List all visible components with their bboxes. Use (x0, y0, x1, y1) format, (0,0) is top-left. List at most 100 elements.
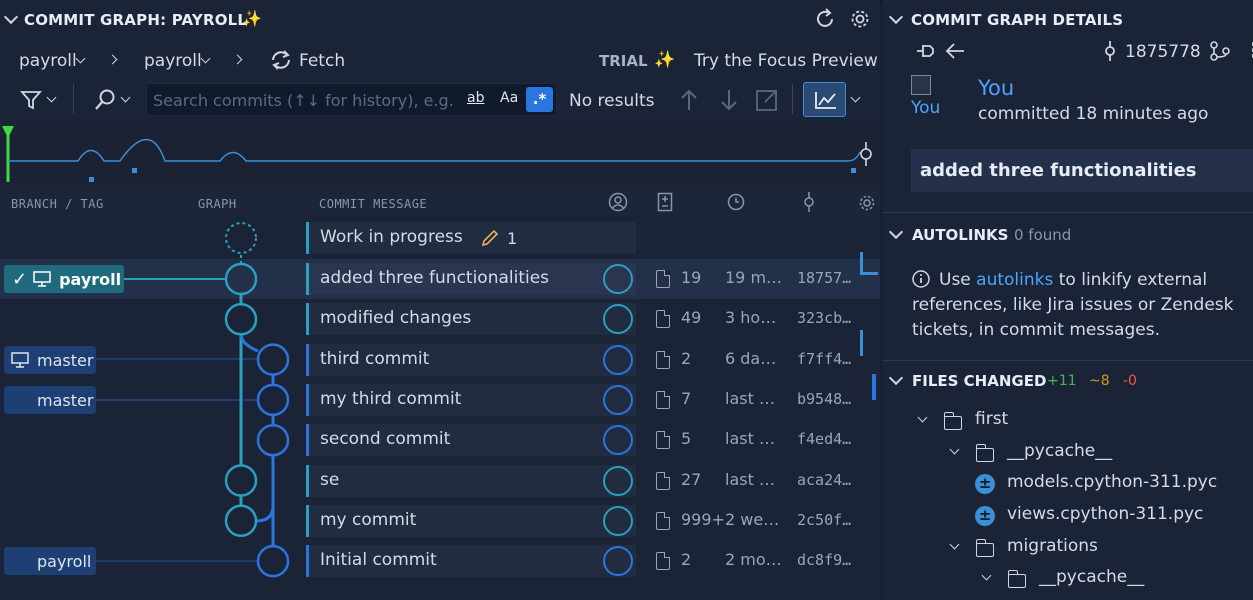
commit-message-box: added three functionalities (911, 149, 1253, 192)
commit-graph-panel: COMMIT GRAPH: PAYROLL ✨ payroll payroll … (0, 0, 880, 600)
autolinks-text-before: Use (939, 270, 977, 290)
search-results-status: No results (569, 91, 655, 111)
search-icon[interactable] (93, 88, 117, 112)
author-avatar[interactable] (603, 505, 633, 536)
graph-column-header[interactable]: GRAPH (198, 197, 237, 211)
commit-message: my third commit (320, 388, 462, 409)
minimap-toggle-button[interactable] (803, 82, 846, 117)
author-avatar[interactable] (603, 384, 633, 415)
autolinks-found-count: 0 found (1014, 226, 1072, 244)
match-case-toggle[interactable]: Aa (500, 90, 518, 106)
folder-icon (975, 444, 994, 462)
files-changed-chevron-icon[interactable] (888, 370, 904, 386)
branch-tag-master-remote[interactable]: master (4, 386, 96, 414)
search-input[interactable] (153, 88, 459, 112)
file-icon (656, 471, 670, 490)
author-avatar[interactable] (603, 344, 633, 375)
date-column-clock-icon[interactable] (727, 193, 745, 211)
commit-row[interactable]: third commit 2 6 da… f7ff4… (0, 340, 880, 380)
back-arrow-icon[interactable] (944, 41, 966, 61)
autolinks-title[interactable]: AUTOLINKS (912, 226, 1008, 244)
author-avatar[interactable] (603, 465, 633, 496)
fetch-button[interactable]: Fetch (299, 51, 345, 71)
branch-tag-label: payroll (59, 269, 122, 289)
commit-message-column-header[interactable]: COMMIT MESSAGE (319, 197, 427, 211)
autolinks-chevron-icon[interactable] (888, 224, 904, 240)
commit-row[interactable]: se 27 last … aca24… (0, 461, 880, 501)
wip-changes-count: 1 (507, 229, 518, 248)
fetch-icon (272, 50, 290, 70)
folder-expanded-chevron-icon (949, 444, 960, 455)
compare-icon[interactable] (1209, 40, 1231, 62)
pin-icon[interactable] (915, 41, 937, 61)
branch-selector[interactable]: payroll (144, 51, 202, 71)
match-whole-word-toggle[interactable]: ab (467, 90, 484, 106)
next-result-arrow-icon[interactable] (719, 88, 739, 112)
columns-settings-gear-icon[interactable] (858, 194, 876, 212)
details-collapse-chevron-icon[interactable] (888, 9, 904, 25)
branch-tag-column-header[interactable]: BRANCH / TAG (11, 197, 104, 211)
local-branch-monitor-icon (33, 271, 51, 287)
collapse-chevron-icon[interactable] (3, 9, 19, 25)
filter-icon[interactable] (20, 90, 42, 110)
files-changed-count: 5 (681, 429, 692, 449)
open-in-editor-icon[interactable] (755, 88, 779, 112)
details-panel-title: COMMIT GRAPH DETAILS (911, 11, 1124, 29)
author-avatar[interactable] (603, 546, 633, 577)
more-actions-icon[interactable]: ⋮ (1244, 38, 1253, 62)
author-avatar[interactable] (603, 425, 633, 456)
regex-toggle[interactable]: .* (526, 87, 553, 112)
commit-row[interactable]: Initial commit 2 2 mo… dc8f9… (0, 541, 880, 581)
branch-tag-master-local[interactable]: master (4, 346, 96, 374)
tree-file-item[interactable]: ± views.cpython-311.pyc (882, 503, 1253, 531)
autolinks-link[interactable]: autolinks (976, 270, 1053, 290)
tree-folder-item[interactable]: __pycache__ (882, 566, 1253, 594)
breadcrumb-separator-icon (232, 54, 243, 65)
repo-selector[interactable]: payroll (19, 51, 77, 71)
branch-chevron-down-icon (200, 53, 211, 64)
commit-row[interactable]: added three functionalities 19 19 m… 18757… (0, 259, 880, 299)
tree-folder-item[interactable]: migrations (882, 535, 1253, 563)
settings-gear-icon[interactable] (849, 8, 871, 30)
commit-row[interactable]: second commit 5 last … f4ed4… (0, 420, 880, 460)
branch-tag-payroll-head[interactable]: ✓ payroll (4, 265, 124, 293)
commit-row[interactable]: modified changes 49 3 ho… 323cb… (0, 299, 880, 339)
folder-icon (943, 412, 962, 430)
file-modified-plusminus-icon: ± (975, 474, 995, 494)
files-changed-title[interactable]: FILES CHANGED (912, 372, 1046, 390)
commit-sha: 2c50f… (797, 510, 852, 529)
sha-column-commit-icon[interactable] (801, 191, 817, 213)
repo-chevron-down-icon (75, 53, 86, 64)
author-avatar[interactable] (603, 264, 633, 294)
tree-file-item[interactable]: ± models.cpython-311.pyc (882, 471, 1253, 499)
wip-row[interactable]: Work in progress 1 (0, 218, 880, 258)
search-mode-chevron-icon (120, 92, 131, 103)
commit-row[interactable]: my commit 999+ 2 we… 2c50f… (0, 501, 880, 541)
commit-message: second commit (320, 429, 451, 450)
commit-message: third commit (320, 348, 430, 369)
commit-sha[interactable]: 1875778 (1125, 42, 1201, 62)
author-name-link[interactable]: You (978, 76, 1014, 100)
folder-icon (1007, 570, 1026, 588)
focus-preview-link[interactable]: Try the Focus Preview (694, 51, 878, 71)
folder-expanded-chevron-icon (981, 570, 992, 581)
branch-tag-payroll-remote[interactable]: payroll (4, 547, 96, 575)
folder-expanded-chevron-icon (949, 539, 960, 550)
local-branch-monitor-icon (11, 352, 29, 368)
commit-row[interactable]: my third commit 7 last … b9548… (0, 380, 880, 420)
tree-item-label: __pycache__ (1007, 441, 1113, 461)
commit-time: committed 18 minutes ago (978, 104, 1209, 124)
files-changed-count: 999+ (681, 509, 725, 529)
vertical-scrollbar-thumb[interactable] (872, 374, 876, 400)
changes-column-icon[interactable] (657, 192, 673, 212)
author-column-icon[interactable] (608, 192, 628, 212)
previous-result-arrow-icon[interactable] (679, 88, 699, 112)
file-icon (656, 511, 670, 530)
activity-minimap[interactable] (0, 124, 880, 184)
tree-item-label: models.cpython-311.pyc (1007, 472, 1218, 492)
tree-folder-item[interactable]: first (882, 408, 1253, 436)
tree-folder-item[interactable]: __pycache__ (882, 440, 1253, 468)
refresh-icon[interactable] (815, 8, 837, 30)
commit-sha: f4ed4… (797, 430, 852, 449)
files-changed-count: 49 (681, 308, 702, 328)
